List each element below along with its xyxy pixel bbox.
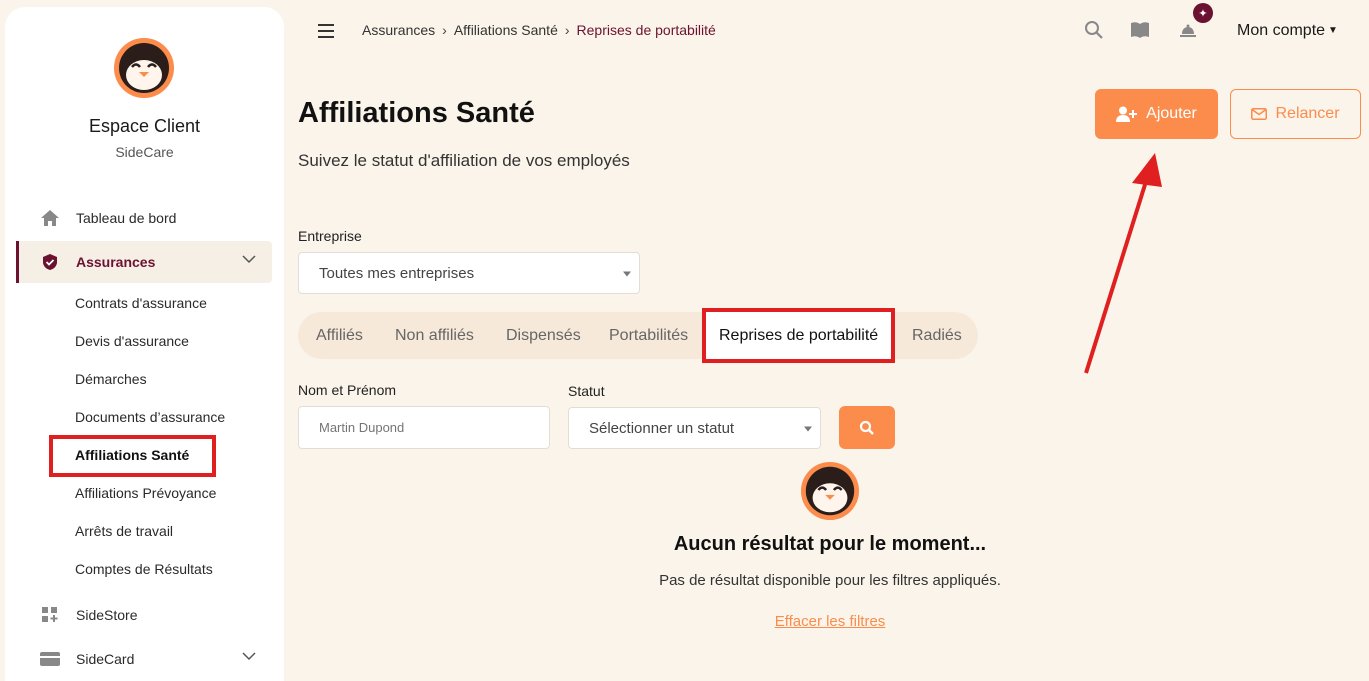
search-button[interactable]: [839, 406, 895, 449]
home-icon: [40, 208, 60, 228]
name-label: Nom et Prénom: [298, 382, 397, 398]
breadcrumb-item[interactable]: Assurances: [362, 22, 435, 38]
breadcrumb: Assurances › Affiliations Santé › Repris…: [362, 22, 716, 38]
sparkle-badge-icon: ✦: [1193, 3, 1213, 23]
shield-icon: [40, 252, 60, 272]
nav-label-assurances: Assurances: [76, 254, 156, 270]
page-title: Affiliations Santé: [298, 97, 535, 129]
penguin-logo-icon: [114, 38, 174, 98]
sidebar: Espace Client SideCare Tableau de bord A…: [5, 7, 284, 681]
user-plus-icon: [1116, 106, 1138, 122]
account-menu[interactable]: Mon compte ▼: [1237, 22, 1338, 40]
dropdown-arrow-icon: [804, 426, 812, 432]
menu-icon[interactable]: [318, 24, 334, 38]
search-icon: [859, 420, 874, 435]
sub-item-documents[interactable]: Documents d’assurance: [75, 409, 225, 425]
book-icon[interactable]: [1129, 19, 1151, 41]
brand-subtitle: SideCare: [115, 144, 174, 160]
sub-item-devis[interactable]: Devis d'assurance: [75, 333, 189, 349]
nav-item-assurances[interactable]: Assurances: [16, 241, 272, 283]
status-select[interactable]: Sélectionner un statut: [568, 407, 821, 449]
chevron-right-icon: ›: [442, 22, 447, 38]
chevron-right-icon: ›: [564, 22, 570, 38]
breadcrumb-current: Reprises de portabilité: [576, 22, 716, 38]
remind-button[interactable]: Relancer: [1230, 89, 1361, 139]
sub-item-demarches[interactable]: Démarches: [75, 371, 147, 387]
bell-icon[interactable]: [1177, 19, 1199, 41]
nav-label-sidestore: SideStore: [76, 607, 138, 623]
brand-title: Espace Client: [88, 116, 201, 136]
remind-button-label: Relancer: [1275, 105, 1340, 122]
clear-filters-link[interactable]: Effacer les filtres: [730, 613, 930, 630]
chevron-down-icon: [242, 255, 256, 264]
add-button-label: Ajouter: [1146, 105, 1197, 122]
sub-item-comptes[interactable]: Comptes de Résultats: [75, 561, 213, 577]
add-button[interactable]: Ajouter: [1095, 89, 1218, 139]
nav-item-sidestore[interactable]: SideStore: [16, 594, 272, 636]
company-label: Entreprise: [298, 228, 362, 244]
sub-item-affiliations-prevoyance[interactable]: Affiliations Prévoyance: [75, 485, 216, 501]
page-subtitle: Suivez le statut d'affiliation de vos em…: [298, 151, 630, 170]
company-select-value: Toutes mes entreprises: [319, 264, 475, 282]
apps-icon: [40, 605, 60, 625]
account-label: Mon compte: [1237, 22, 1326, 39]
highlight-box-affiliations-sante: [49, 435, 216, 477]
tab-reprises-portabilite[interactable]: Reprises de portabilité: [702, 308, 896, 363]
status-select-value: Sélectionner un statut: [589, 419, 735, 437]
tab-radies[interactable]: Radiés: [912, 312, 962, 359]
tab-portabilites[interactable]: Portabilités: [609, 312, 688, 359]
tab-non-affilies[interactable]: Non affiliés: [395, 312, 474, 359]
nav-item-sidecard[interactable]: SideCard: [16, 638, 272, 680]
tab-affilies[interactable]: Affiliés: [316, 312, 363, 359]
nav-label-sidecard: SideCard: [76, 651, 135, 667]
search-icon[interactable]: [1083, 19, 1105, 41]
nav-item-dashboard[interactable]: Tableau de bord: [16, 197, 272, 239]
dropdown-arrow-icon: [623, 271, 631, 277]
name-input[interactable]: [298, 406, 550, 449]
red-arrow-annotation: [1084, 153, 1162, 374]
nav-label-dashboard: Tableau de bord: [76, 210, 177, 226]
empty-state-subtitle: Pas de résultat disponible pour les filt…: [659, 572, 1001, 589]
breadcrumb-item[interactable]: Affiliations Santé: [454, 22, 558, 38]
tab-bar: Affiliés Non affiliés Dispensés Portabil…: [298, 308, 978, 363]
status-label: Statut: [568, 383, 605, 399]
company-select[interactable]: Toutes mes entreprises: [298, 252, 640, 294]
envelope-icon: [1251, 108, 1268, 120]
penguin-empty-icon: [800, 461, 860, 521]
sub-item-contrats[interactable]: Contrats d'assurance: [75, 295, 207, 311]
chevron-down-icon: [242, 652, 256, 661]
empty-state-title: Aucun résultat pour le moment...: [673, 533, 987, 555]
caret-down-icon: ▼: [1328, 25, 1338, 36]
tab-dispenses[interactable]: Dispensés: [506, 312, 581, 359]
card-icon: [40, 649, 60, 669]
sub-item-arrets[interactable]: Arrêts de travail: [75, 523, 173, 539]
